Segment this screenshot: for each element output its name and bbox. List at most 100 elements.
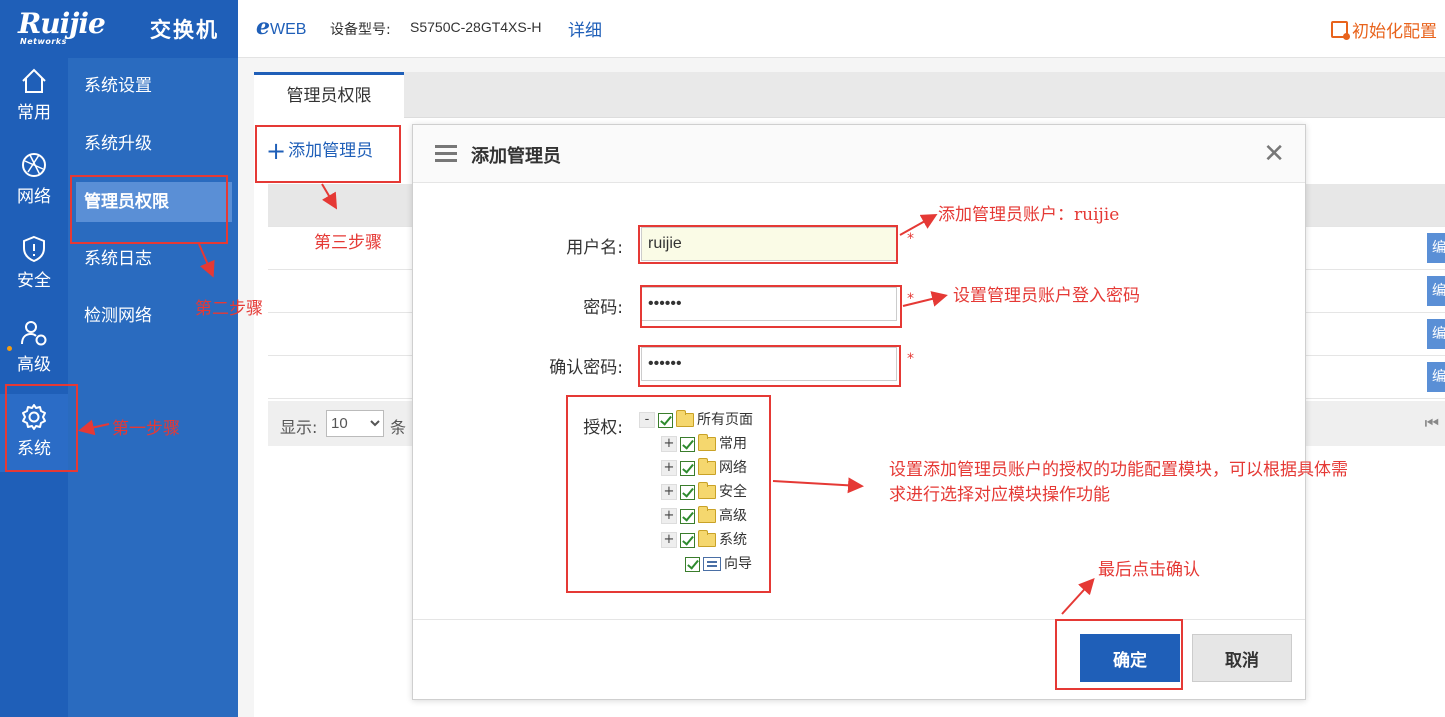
subnav-system-settings[interactable]: 系统设置 <box>76 66 232 106</box>
username-label: 用户名: <box>566 238 623 258</box>
tree-node-common: + 常用 <box>661 433 747 455</box>
checkbox-checked-icon[interactable] <box>658 412 673 428</box>
edit-button[interactable]: 编 <box>1427 233 1445 263</box>
checkbox-checked-icon[interactable] <box>680 532 695 548</box>
tree-node-label: 所有页面 <box>697 412 753 428</box>
shield-icon <box>23 235 45 263</box>
expand-toggle[interactable]: + <box>661 484 677 500</box>
pager-items-label: 条 <box>390 418 407 437</box>
tree-node-label: 向导 <box>724 556 752 572</box>
dialog-header: 添加管理员 ✕ <box>413 125 1305 183</box>
tree-node-system: + 系统 <box>661 529 747 551</box>
init-config-button[interactable]: 初始化配置 <box>1331 17 1437 42</box>
model-value: S5750C-28GT4XS-H <box>410 19 542 35</box>
init-config-icon <box>1331 21 1350 40</box>
tree-node-label: 高级 <box>719 508 747 524</box>
checkbox-checked-icon[interactable] <box>680 484 695 500</box>
init-config-label: 初始化配置 <box>1352 22 1437 42</box>
dialog-footer: 确定 取消 <box>413 619 1305 699</box>
annotation-auth-line2: 求进行选择对应模块操作功能 <box>889 485 1110 505</box>
confirm-button[interactable]: 确定 <box>1080 634 1180 682</box>
confirm-password-input[interactable] <box>641 347 897 381</box>
folder-icon <box>676 410 694 427</box>
annotation-username: 添加管理员账户：ruijie <box>938 205 1120 225</box>
subnav-system-upgrade[interactable]: 系统升级 <box>76 124 232 164</box>
edit-button[interactable]: 编 <box>1427 319 1445 349</box>
rail-item-label: 高级 <box>17 355 51 375</box>
folder-icon <box>698 530 716 547</box>
folder-icon <box>698 506 716 523</box>
expand-toggle[interactable]: + <box>661 532 677 548</box>
top-header: eWEB 设备型号: S5750C-28GT4XS-H 详细 初始化配置 <box>238 0 1445 58</box>
edit-button[interactable]: 编 <box>1427 276 1445 306</box>
product-name: 交换机 <box>150 18 219 42</box>
expand-toggle[interactable]: + <box>661 460 677 476</box>
checkbox-checked-icon[interactable] <box>680 436 695 452</box>
expand-toggle[interactable]: + <box>661 436 677 452</box>
tree-node-advanced: + 高级 <box>661 505 747 527</box>
wizard-page-icon <box>703 557 721 571</box>
tab-bar: 管理员权限 <box>254 72 1445 119</box>
checkbox-checked-icon[interactable] <box>685 556 700 572</box>
checkbox-checked-icon[interactable] <box>680 460 695 476</box>
password-input[interactable] <box>641 287 897 321</box>
required-mark: * <box>907 231 914 247</box>
rail-item-network[interactable]: 网络 <box>0 142 68 220</box>
rail-item-security[interactable]: 安全 <box>0 226 68 304</box>
network-globe-icon <box>22 153 46 177</box>
rail-item-system[interactable]: 系统 <box>0 394 68 472</box>
tab-admin-permissions[interactable]: 管理员权限 <box>254 72 404 119</box>
subnav-admin-permissions[interactable]: 管理员权限 <box>76 182 232 222</box>
auth-label: 授权: <box>583 418 623 438</box>
ruijie-logo-sub: Networks <box>20 37 67 46</box>
tree-node-all-pages: - 所有页面 <box>639 409 753 431</box>
edit-button[interactable]: 编 <box>1427 362 1445 392</box>
subnav-system-log[interactable]: 系统日志 <box>76 239 232 279</box>
required-mark: * <box>907 351 914 367</box>
users-gear-icon <box>21 321 47 346</box>
annotation-step1: 第一步骤 <box>112 419 180 439</box>
cancel-button[interactable]: 取消 <box>1192 634 1292 682</box>
rail-item-label: 安全 <box>17 271 51 291</box>
close-icon[interactable]: ✕ <box>1263 139 1285 169</box>
pager-show-label: 显示: <box>280 418 318 437</box>
annotation-confirm: 最后点击确认 <box>1098 560 1200 580</box>
required-mark: * <box>907 291 914 307</box>
expand-toggle[interactable]: + <box>661 508 677 524</box>
plus-icon: + <box>266 137 287 165</box>
ruijie-logo: Ruijie <box>18 7 106 40</box>
tree-node-label: 安全 <box>719 484 747 500</box>
dialog-title: 添加管理员 <box>471 146 561 167</box>
annotation-password: 设置管理员账户登入密码 <box>953 286 1140 306</box>
collapse-toggle[interactable]: - <box>639 412 655 428</box>
add-admin-dialog: 添加管理员 ✕ 用户名: * 密码: * 确认密码: * 授权: - 所有页面 … <box>412 124 1306 700</box>
first-page-icon[interactable]: ⏮ <box>1425 413 1439 433</box>
eweb-logo: eWEB <box>256 14 307 40</box>
rail-item-common[interactable]: 常用 <box>0 58 68 136</box>
folder-icon <box>698 458 716 475</box>
tree-node-wizard: 向导 <box>685 553 752 575</box>
tree-node-security: + 安全 <box>661 481 747 503</box>
add-admin-button[interactable]: + 添加管理员 <box>266 136 373 165</box>
sub-nav: 系统设置 系统升级 管理员权限 系统日志 检测网络 <box>68 58 238 717</box>
annotation-auth-line1: 设置添加管理员账户的授权的功能配置模块，可以根据具体需 <box>889 460 1348 480</box>
detail-link[interactable]: 详细 <box>568 16 602 41</box>
annotation-step2: 第二步骤 <box>195 299 263 319</box>
main-nav-rail: 常用 网络 安全 高级 系统 <box>0 58 68 717</box>
brand-bar: Ruijie Networks 交换机 <box>0 0 238 58</box>
add-admin-label: 添加管理员 <box>288 141 374 161</box>
checkbox-checked-icon[interactable] <box>680 508 695 524</box>
tree-node-label: 常用 <box>719 436 747 452</box>
gear-icon <box>22 404 46 430</box>
username-input[interactable] <box>641 227 897 261</box>
tree-node-network: + 网络 <box>661 457 747 479</box>
confirm-password-label: 确认密码: <box>549 358 623 378</box>
tree-node-label: 网络 <box>719 460 747 476</box>
rail-item-label: 系统 <box>17 439 51 459</box>
folder-icon <box>698 482 716 499</box>
annotation-step3: 第三步骤 <box>314 233 382 253</box>
password-label: 密码: <box>583 298 623 318</box>
model-label: 设备型号: <box>330 22 391 38</box>
home-icon <box>22 68 46 93</box>
page-size-select[interactable]: 10 <box>326 410 384 437</box>
